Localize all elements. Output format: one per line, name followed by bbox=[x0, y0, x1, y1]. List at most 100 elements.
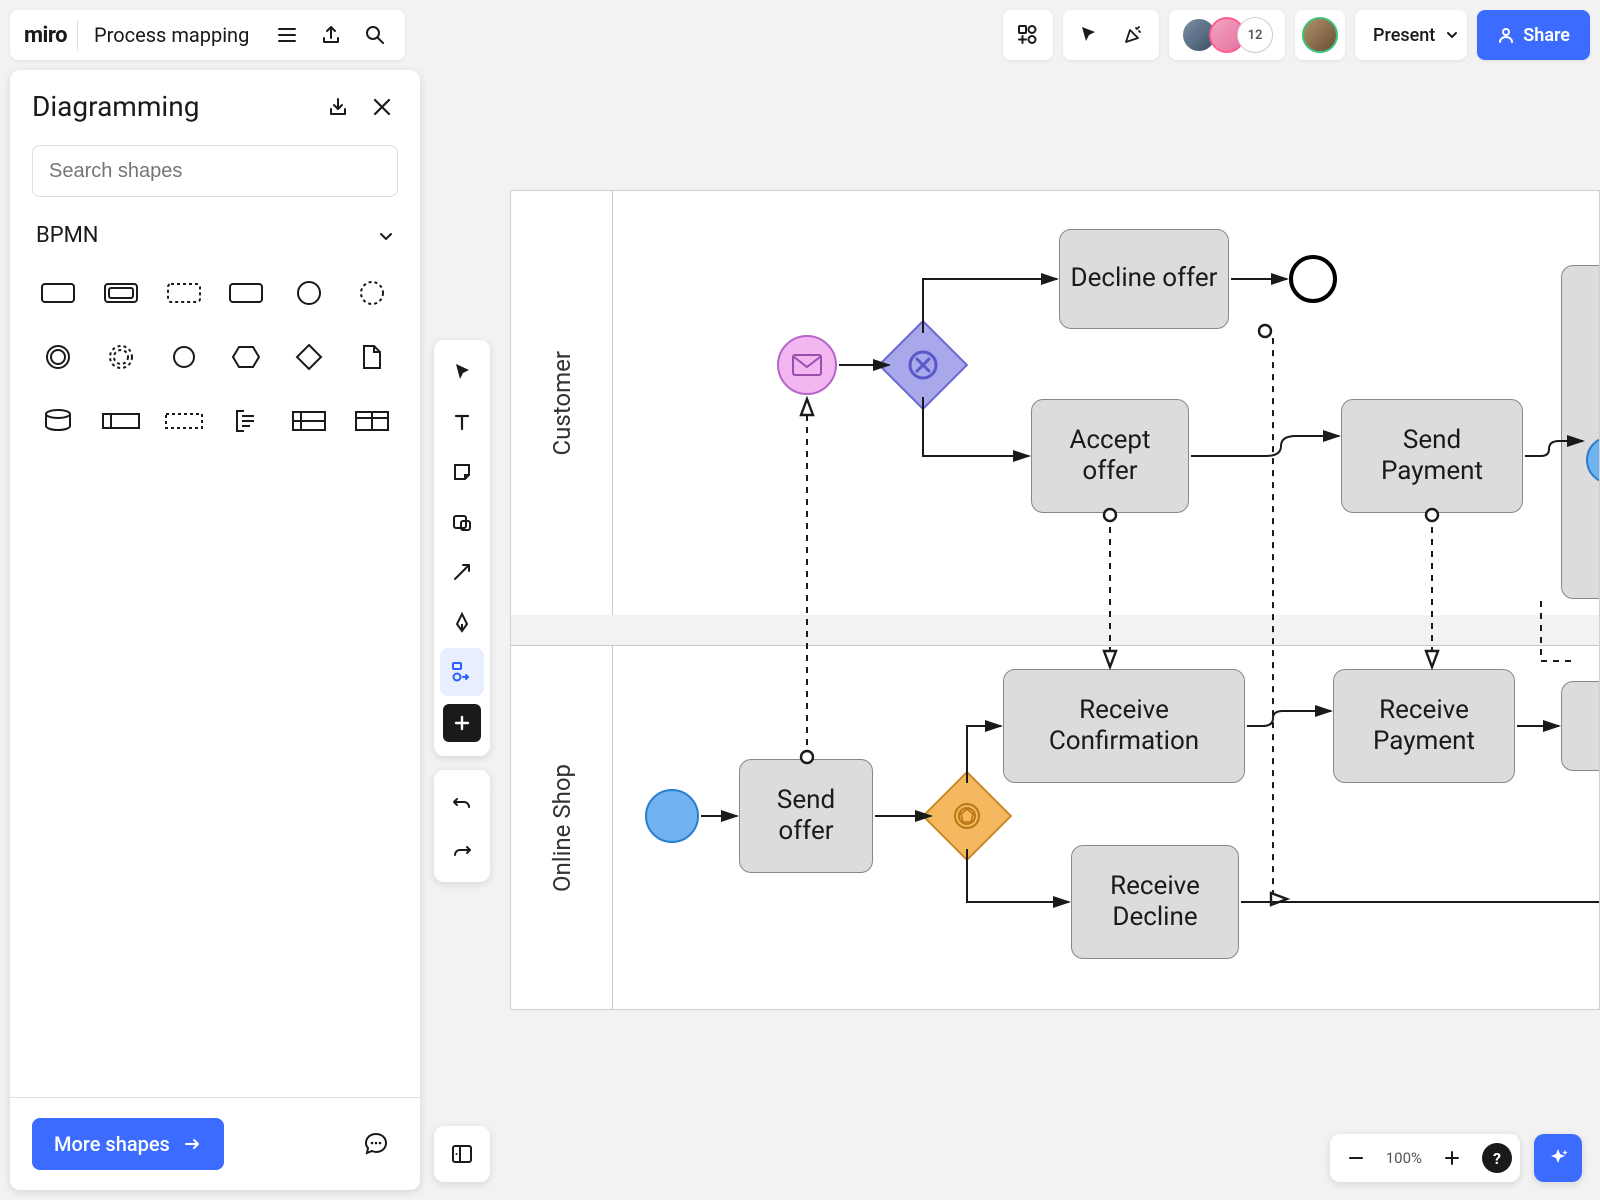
bpmn-section-toggle[interactable]: BPMN bbox=[10, 207, 420, 258]
undo-button[interactable] bbox=[440, 778, 484, 826]
logo[interactable]: miro bbox=[18, 20, 78, 50]
zoom-out-button[interactable] bbox=[1338, 1140, 1374, 1176]
tool-select[interactable] bbox=[440, 348, 484, 396]
user-avatar[interactable] bbox=[1295, 10, 1345, 60]
shape-start-event-noninterrupting[interactable] bbox=[345, 266, 398, 320]
current-user-avatar[interactable] bbox=[1302, 17, 1338, 53]
shape-gateway-hexagon[interactable] bbox=[220, 330, 273, 384]
lane-gap bbox=[511, 615, 1599, 645]
shape-intermediate-thick[interactable] bbox=[157, 330, 210, 384]
canvas[interactable]: Customer Online Shop Decline offer Accep… bbox=[510, 190, 1600, 1010]
shape-task[interactable] bbox=[32, 266, 85, 320]
zoom-control: 100% ? bbox=[1330, 1134, 1520, 1182]
party-icon bbox=[1122, 24, 1144, 46]
diagram-icon bbox=[450, 660, 474, 684]
search-button[interactable] bbox=[353, 13, 397, 57]
shape-data-store[interactable] bbox=[32, 394, 85, 448]
tool-text[interactable] bbox=[440, 398, 484, 446]
node-receive-decline[interactable]: Receive Decline bbox=[1071, 845, 1239, 959]
node-receive-confirmation[interactable]: Receive Confirmation bbox=[1003, 669, 1245, 783]
avatar-overflow-count[interactable]: 12 bbox=[1237, 17, 1273, 53]
more-shapes-label: More shapes bbox=[54, 1132, 170, 1156]
panel-icon bbox=[450, 1142, 474, 1166]
shape-event-subprocess[interactable] bbox=[157, 266, 210, 320]
more-shapes-button[interactable]: More shapes bbox=[32, 1118, 224, 1170]
shape-pool[interactable] bbox=[95, 394, 148, 448]
import-button[interactable] bbox=[322, 91, 354, 123]
tool-sticky[interactable] bbox=[440, 448, 484, 496]
shape-grid bbox=[10, 258, 420, 456]
vertical-toolbar bbox=[434, 340, 490, 756]
ai-assist-button[interactable] bbox=[1534, 1134, 1582, 1182]
bpmn-event-gateway[interactable] bbox=[922, 771, 1013, 862]
tool-frame[interactable] bbox=[440, 498, 484, 546]
arrow-right-icon bbox=[182, 1134, 202, 1154]
reactions-button[interactable] bbox=[1115, 17, 1151, 53]
chevron-down-icon bbox=[1445, 28, 1459, 42]
shape-intermediate-dashed[interactable] bbox=[95, 330, 148, 384]
bpmn-exclusive-gateway[interactable] bbox=[878, 320, 969, 411]
plus-icon bbox=[1443, 1149, 1461, 1167]
lane-title-online-shop[interactable]: Online Shop bbox=[511, 645, 613, 1010]
bpmn-message-start-event[interactable] bbox=[777, 335, 837, 395]
shape-lane[interactable] bbox=[157, 394, 210, 448]
shapes-plus-icon bbox=[1017, 24, 1039, 46]
search-shapes-input[interactable] bbox=[32, 145, 398, 197]
shape-gateway-diamond[interactable] bbox=[283, 330, 336, 384]
topbar-right: 12 Present Share bbox=[1003, 10, 1590, 60]
search-icon bbox=[364, 24, 386, 46]
node-send-offer[interactable]: Send offer bbox=[739, 759, 873, 873]
person-icon bbox=[1497, 26, 1515, 44]
chevron-down-icon bbox=[378, 228, 394, 244]
share-button[interactable]: Share bbox=[1477, 10, 1590, 60]
cursor-icon bbox=[1079, 25, 1099, 45]
bpmn-start-event[interactable] bbox=[645, 789, 699, 843]
zoom-level[interactable]: 100% bbox=[1380, 1149, 1428, 1167]
collaborators-chip[interactable]: 12 bbox=[1169, 10, 1285, 60]
node-decline-offer[interactable]: Decline offer bbox=[1059, 229, 1229, 329]
tool-pen[interactable] bbox=[440, 598, 484, 646]
shape-table-horizontal[interactable] bbox=[283, 394, 336, 448]
export-button[interactable] bbox=[309, 13, 353, 57]
redo-icon bbox=[451, 839, 473, 861]
menu-button[interactable] bbox=[265, 13, 309, 57]
upload-icon bbox=[320, 24, 342, 46]
present-button[interactable]: Present bbox=[1355, 10, 1467, 60]
history-toolbar bbox=[434, 770, 490, 882]
shape-transaction[interactable] bbox=[95, 266, 148, 320]
add-widget-button[interactable] bbox=[1003, 10, 1053, 60]
bpmn-end-event[interactable] bbox=[1289, 255, 1337, 303]
tool-diagram[interactable] bbox=[440, 648, 484, 696]
comments-button[interactable] bbox=[354, 1122, 398, 1166]
pen-icon bbox=[451, 611, 473, 633]
shape-table-vertical[interactable] bbox=[345, 394, 398, 448]
shape-start-event[interactable] bbox=[283, 266, 336, 320]
node-partial-r[interactable]: R bbox=[1561, 265, 1600, 599]
redo-button[interactable] bbox=[440, 826, 484, 874]
shape-end-event[interactable] bbox=[32, 330, 85, 384]
tool-add[interactable] bbox=[443, 704, 481, 742]
zoom-in-button[interactable] bbox=[1434, 1140, 1470, 1176]
close-panel-button[interactable] bbox=[366, 91, 398, 123]
shape-call-activity[interactable] bbox=[220, 266, 273, 320]
tool-connector[interactable] bbox=[440, 548, 484, 596]
connectors bbox=[511, 191, 1600, 1010]
sticky-note-icon bbox=[451, 461, 473, 483]
board-title[interactable]: Process mapping bbox=[78, 23, 265, 47]
menu-icon bbox=[276, 24, 298, 46]
cursor-button[interactable] bbox=[1071, 17, 1107, 53]
node-receive-payment[interactable]: Receive Payment bbox=[1333, 669, 1515, 783]
pointer-reactions-chip bbox=[1063, 10, 1159, 60]
undo-icon bbox=[451, 791, 473, 813]
topbar-left: miro Process mapping bbox=[10, 10, 405, 60]
arrow-icon bbox=[451, 561, 473, 583]
node-partial-in[interactable]: In bbox=[1561, 681, 1600, 771]
node-send-payment[interactable]: Send Payment bbox=[1341, 399, 1523, 513]
help-button[interactable]: ? bbox=[1482, 1143, 1512, 1173]
share-label: Share bbox=[1523, 25, 1570, 46]
node-accept-offer[interactable]: Accept offer bbox=[1031, 399, 1189, 513]
shape-data-object[interactable] bbox=[345, 330, 398, 384]
lane-title-customer[interactable]: Customer bbox=[511, 191, 613, 615]
shape-annotation[interactable] bbox=[220, 394, 273, 448]
panel-toggle-button[interactable] bbox=[434, 1126, 490, 1182]
